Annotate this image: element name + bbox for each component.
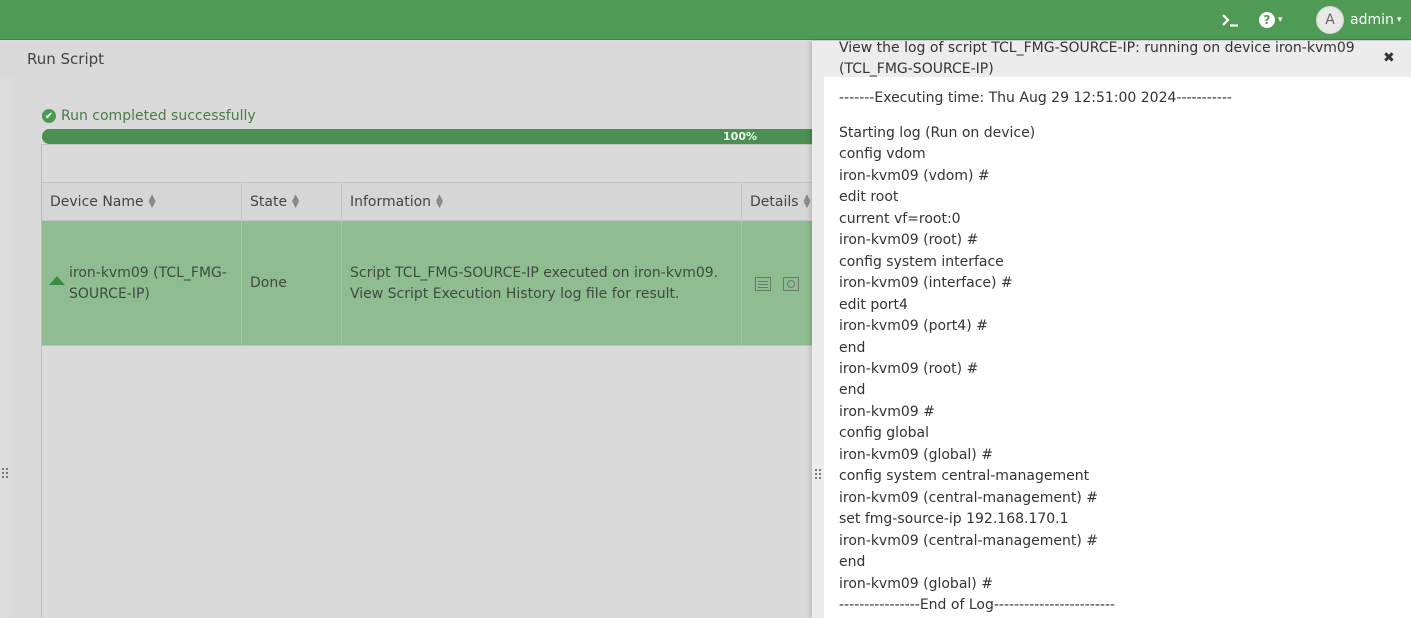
log-line: iron-kvm09 # <box>839 403 935 420</box>
log-line: current vf=root:0 <box>839 210 961 227</box>
log-line: config system central-management <box>839 468 1090 485</box>
run-status: ✔ Run completed successfully <box>42 106 256 126</box>
log-exec-time: -------Executing time: Thu Aug 29 12:51:… <box>839 90 1232 106</box>
avatar: A <box>1316 6 1344 34</box>
log-line: config vdom <box>839 146 926 163</box>
log-line: iron-kvm09 (global) # <box>839 446 993 463</box>
help-menu-button[interactable]: ? ▾ <box>1259 8 1291 32</box>
log-line: edit port4 <box>839 296 908 313</box>
page-title: Run Script <box>27 50 105 68</box>
log-title-line: (TCL_FMG-SOURCE-IP) <box>839 61 994 77</box>
progress-label: 100% <box>723 130 757 143</box>
information-line: View Script Execution History log file f… <box>350 285 680 302</box>
log-line: iron-kvm09 (vdom) # <box>839 167 990 184</box>
column-header-label: Information <box>350 194 432 210</box>
log-body: -------Executing time: Thu Aug 29 12:51:… <box>824 77 1411 618</box>
log-header: View the log of script TCL_FMG-SOURCE-IP… <box>812 38 1411 80</box>
cell-device-name: iron-kvm09 (TCL_FMG- SOURCE-IP) <box>42 221 242 346</box>
log-line: iron-kvm09 (interface) # <box>839 275 1013 292</box>
log-title-line: View the log of script TCL_FMG-SOURCE-IP… <box>839 40 1355 56</box>
close-icon[interactable]: ✖ <box>1383 50 1395 66</box>
device-name-line: iron-kvm09 (TCL_FMG- <box>69 264 227 281</box>
top-bar: ? ▾ A admin ▾ <box>0 0 1411 40</box>
arrow-up-icon <box>49 276 65 285</box>
log-line: iron-kvm09 (root) # <box>839 360 979 377</box>
results-table: Device Name ▲ ▼ State ▲ ▼ Information ▲ ▼ D… <box>41 144 813 618</box>
log-line: iron-kvm09 (root) # <box>839 232 979 249</box>
column-header-state[interactable]: State ▲ ▼ <box>242 183 342 221</box>
column-header-device-name[interactable]: Device Name ▲ ▼ <box>42 183 242 221</box>
log-line: iron-kvm09 (central-management) # <box>839 532 1098 549</box>
sort-icon: ▲ ▼ <box>292 193 299 210</box>
list-icon[interactable] <box>755 276 771 291</box>
view-log-icon[interactable] <box>783 276 799 291</box>
sort-icon: ▲ ▼ <box>436 193 443 210</box>
terminal-glyph <box>1222 14 1238 27</box>
table-header: Device Name ▲ ▼ State ▲ ▼ Information ▲ ▼ D… <box>42 183 813 221</box>
log-line: end <box>839 554 866 571</box>
user-name: admin <box>1350 12 1394 28</box>
log-lines: Starting log (Run on device) config vdom… <box>839 123 1115 616</box>
column-header-information[interactable]: Information ▲ ▼ <box>342 183 742 221</box>
help-icon: ? <box>1259 12 1275 28</box>
progress-bar: 100% <box>42 129 812 144</box>
log-line: config global <box>839 425 929 442</box>
log-line: end <box>839 382 866 399</box>
device-name-line: SOURCE-IP) <box>69 285 150 302</box>
state-text: Done <box>250 275 287 291</box>
chevron-down-icon: ▾ <box>1396 15 1402 25</box>
table-row[interactable]: iron-kvm09 (TCL_FMG- SOURCE-IP) Done Scr… <box>42 221 813 346</box>
log-line: edit root <box>839 189 899 206</box>
column-header-details[interactable]: Details ▲ ▼ <box>742 183 813 221</box>
log-line: iron-kvm09 (port4) # <box>839 318 988 335</box>
column-header-label: State <box>250 194 288 210</box>
device-name-text: iron-kvm09 (TCL_FMG- SOURCE-IP) <box>69 263 227 305</box>
log-panel: View the log of script TCL_FMG-SOURCE-IP… <box>812 38 1411 618</box>
log-line: iron-kvm09 (global) # <box>839 575 993 592</box>
splitter-handle[interactable] <box>2 468 8 478</box>
log-line: config system interface <box>839 253 1004 270</box>
column-header-label: Details <box>750 194 799 210</box>
log-line: set fmg-source-ip 192.168.170.1 <box>839 511 1069 528</box>
log-line: end <box>839 339 866 356</box>
log-line: ----------------End of Log--------------… <box>839 596 1116 613</box>
column-header-label: Device Name <box>50 194 144 210</box>
terminal-icon[interactable] <box>1221 8 1243 32</box>
log-line: Starting log (Run on device) <box>839 125 1036 141</box>
information-line: Script TCL_FMG-SOURCE-IP executed on iro… <box>350 264 719 281</box>
page-header: Run Script <box>0 41 812 77</box>
information-text: Script TCL_FMG-SOURCE-IP executed on iro… <box>350 263 718 305</box>
splitter-handle[interactable] <box>815 469 821 479</box>
cell-state: Done <box>242 221 342 346</box>
log-line: iron-kvm09 (central-management) # <box>839 489 1098 506</box>
user-menu-button[interactable]: A admin ▾ <box>1316 6 1411 34</box>
check-circle-icon: ✔ <box>42 109 56 123</box>
chevron-down-icon: ▾ <box>1278 15 1283 25</box>
run-status-text: Run completed successfully <box>61 108 256 124</box>
sort-icon: ▲ ▼ <box>148 193 156 210</box>
sort-icon: ▲ ▼ <box>803 193 811 210</box>
log-title: View the log of script TCL_FMG-SOURCE-IP… <box>839 38 1359 80</box>
cell-information: Script TCL_FMG-SOURCE-IP executed on iro… <box>342 221 742 346</box>
cell-details <box>742 221 813 346</box>
table-toolbar <box>42 144 813 183</box>
